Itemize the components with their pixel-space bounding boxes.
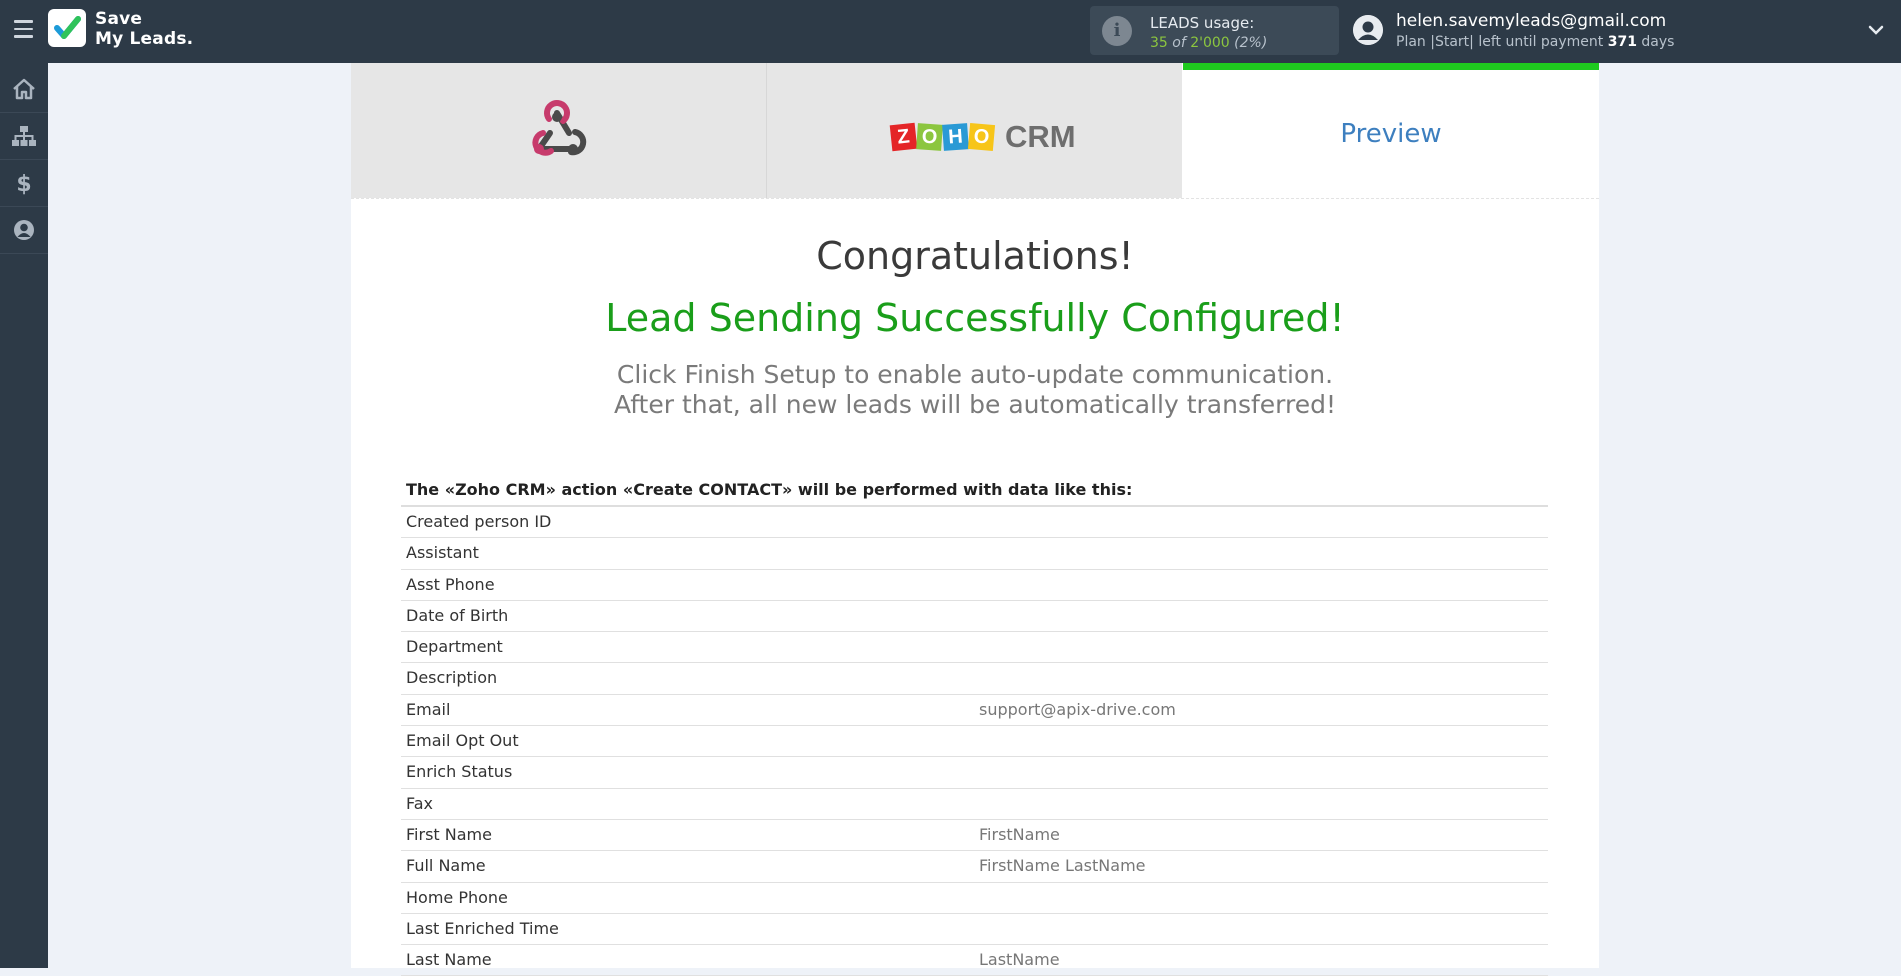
- data-preview-table: The «Zoho CRM» action «Create CONTACT» w…: [401, 474, 1548, 976]
- table-row: Last Name LastName: [401, 945, 1548, 976]
- checkmark-logo-icon: [54, 16, 81, 39]
- table-row: Asst Phone: [401, 570, 1548, 601]
- sidebar: $: [0, 63, 48, 968]
- usage-percent: (2%): [1234, 35, 1268, 51]
- instructions-line-2: After that, all new leads will be automa…: [613, 390, 1336, 419]
- leads-usage-panel[interactable]: i LEADS usage: 35 of 2'000 (2%): [1090, 6, 1339, 55]
- field-name: First Name: [406, 824, 492, 844]
- table-row: Email support@apix-drive.com: [401, 695, 1548, 727]
- field-name: Department: [406, 637, 503, 657]
- field-name: Email Opt Out: [406, 731, 519, 751]
- instructions-line-1: Click Finish Setup to enable auto-update…: [616, 360, 1334, 389]
- sidebar-item-connections[interactable]: [0, 113, 48, 160]
- sidebar-item-billing[interactable]: $: [0, 160, 48, 207]
- table-row: Last Enriched Time: [401, 914, 1548, 946]
- step-tab-preview[interactable]: Preview: [1183, 63, 1599, 198]
- field-name: Fax: [406, 793, 434, 813]
- field-value: FirstName LastName: [979, 856, 1146, 876]
- sitemap-icon: [12, 126, 36, 146]
- field-value: support@apix-drive.com: [979, 699, 1176, 719]
- top-bar: Save My Leads. i LEADS usage: 35 of 2'00…: [0, 0, 1901, 63]
- home-icon: [13, 78, 35, 100]
- days-left: 371: [1607, 34, 1637, 50]
- field-name: Home Phone: [406, 887, 508, 907]
- field-name: Asst Phone: [406, 574, 495, 594]
- usage-used: 35: [1150, 35, 1168, 51]
- zoho-crm-label: CRM: [1005, 119, 1076, 154]
- user-circle-icon: [14, 220, 34, 240]
- table-row: Description: [401, 663, 1548, 695]
- step-tab-webhook[interactable]: [351, 63, 767, 198]
- brand-name: Save My Leads.: [95, 9, 193, 49]
- sidebar-item-account[interactable]: [0, 207, 48, 254]
- brand-line-2: My Leads.: [95, 29, 194, 49]
- info-icon: i: [1102, 16, 1132, 46]
- field-value: LastName: [979, 950, 1060, 970]
- usage-of: of: [1172, 35, 1186, 51]
- table-row: Created person ID: [401, 507, 1548, 539]
- zoho-crm-logo: Z O H O CRM: [889, 119, 1076, 155]
- field-name: Description: [406, 668, 498, 688]
- brand-line-1: Save: [95, 9, 143, 29]
- zoho-letter-h: H: [942, 123, 969, 151]
- preview-tab-label: Preview: [1340, 119, 1442, 149]
- table-row: Assistant: [401, 538, 1548, 570]
- field-name: Email: [406, 699, 451, 719]
- tabs-divider: [351, 198, 1599, 199]
- table-row: Fax: [401, 789, 1548, 820]
- usage-total: 2'000: [1190, 35, 1230, 51]
- usage-title: LEADS usage:: [1150, 14, 1255, 32]
- zoho-letter-o2: O: [967, 122, 996, 152]
- success-heading: Lead Sending Successfully Configured!: [605, 296, 1345, 340]
- table-row: Enrich Status: [401, 757, 1548, 789]
- days-suffix: days: [1641, 34, 1675, 50]
- table-row: Home Phone: [401, 883, 1548, 914]
- congrats-heading: Congratulations!: [816, 234, 1134, 278]
- field-name: Last Enriched Time: [406, 918, 559, 938]
- field-name: Full Name: [406, 856, 486, 876]
- menu-icon[interactable]: [14, 20, 33, 43]
- field-name: Last Name: [406, 950, 492, 970]
- webhook-icon: [532, 100, 587, 156]
- zoho-letter-o1: O: [916, 123, 943, 151]
- svg-text:$: $: [16, 172, 31, 195]
- field-name: Enrich Status: [406, 762, 513, 782]
- account-email[interactable]: helen.savemyleads@gmail.com: [1396, 11, 1666, 31]
- user-avatar-icon[interactable]: [1353, 15, 1383, 45]
- table-row: Department: [401, 632, 1548, 664]
- sidebar-item-home[interactable]: [0, 66, 48, 113]
- field-name: Assistant: [406, 543, 479, 563]
- usage-count: 35 of 2'000 (2%): [1150, 35, 1267, 51]
- account-plan: Plan |Start| left until payment 371 days: [1396, 34, 1674, 50]
- logo[interactable]: [48, 9, 86, 47]
- table-header: The «Zoho CRM» action «Create CONTACT» w…: [401, 474, 1548, 507]
- instructions-text: Click Finish Setup to enable auto-update…: [351, 360, 1599, 420]
- dollar-icon: $: [16, 172, 31, 195]
- chevron-down-icon[interactable]: [1868, 22, 1884, 38]
- table-row: Date of Birth: [401, 601, 1548, 633]
- setup-card: Z O H O CRM Preview Congratulations! Lea…: [351, 63, 1599, 976]
- step-tab-zoho-crm[interactable]: Z O H O CRM: [767, 63, 1182, 198]
- zoho-letter-z: Z: [889, 122, 918, 152]
- table-row: Full Name FirstName LastName: [401, 851, 1548, 883]
- plan-prefix: Plan |Start| left until payment: [1396, 34, 1604, 50]
- table-row: Email Opt Out: [401, 726, 1548, 758]
- field-name: Date of Birth: [406, 605, 509, 625]
- field-name: Created person ID: [406, 512, 552, 531]
- table-row: First Name FirstName: [401, 820, 1548, 852]
- field-value: FirstName: [979, 824, 1060, 844]
